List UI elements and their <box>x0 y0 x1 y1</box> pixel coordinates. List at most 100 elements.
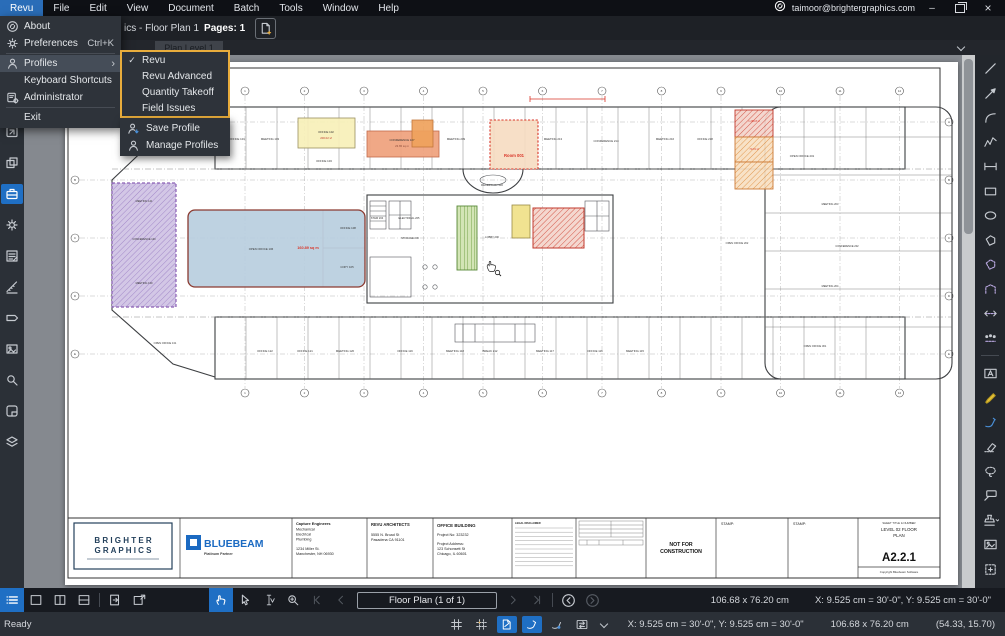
length-measure-icon[interactable] <box>979 158 1001 175</box>
menu-item-preferences[interactable]: Preferences Ctrl+K <box>0 35 121 52</box>
callout-tool-icon[interactable] <box>979 487 1001 504</box>
arc-tool-icon[interactable] <box>979 109 1001 126</box>
submenu-item-manage-profiles[interactable]: Manage Profiles <box>120 137 230 154</box>
toolbar-separator <box>981 355 999 356</box>
snapshot-tool-icon[interactable] <box>979 561 1001 578</box>
image-tool-icon[interactable] <box>979 536 1001 553</box>
count-measure-icon[interactable] <box>979 330 1001 347</box>
markup-recovery-icon[interactable] <box>522 616 542 633</box>
text-box-tool-icon[interactable] <box>979 365 1001 382</box>
menubar-item-tools[interactable]: Tools <box>269 0 312 16</box>
menubar-item-edit[interactable]: Edit <box>79 0 116 16</box>
svg-text:12: 12 <box>898 89 902 93</box>
menubar-item-view[interactable]: View <box>117 0 159 16</box>
page-navigator-value: Floor Plan (1 of 1) <box>389 595 465 606</box>
menu-item-keyboard-shortcuts[interactable]: Keyboard Shortcuts <box>0 72 121 89</box>
svg-text:LEVEL 02 FLOOR: LEVEL 02 FLOOR <box>881 527 917 532</box>
document-tab[interactable]: ics - Floor Plan 1 Pages: 1 <box>124 23 245 34</box>
person-icon <box>0 57 24 70</box>
thumbnails-menu-button[interactable] <box>0 588 24 612</box>
tool-chest-icon[interactable] <box>1 184 23 204</box>
diameter-measure-icon[interactable] <box>979 305 1001 322</box>
scrollbar-thumb[interactable] <box>964 59 973 234</box>
stamp-tool-icon[interactable] <box>979 512 1001 529</box>
new-document-button[interactable] <box>255 18 276 39</box>
zoom-tool-button[interactable] <box>281 588 305 612</box>
menubar-item-help[interactable]: Help <box>368 0 409 16</box>
collapse-panel-button[interactable] <box>950 42 972 54</box>
layers-icon[interactable] <box>1 432 23 452</box>
first-page-button[interactable] <box>305 588 329 612</box>
vertical-scrollbar[interactable] <box>962 55 975 588</box>
swap-document-icon[interactable] <box>572 616 592 633</box>
properties-gear-icon[interactable] <box>1 215 23 235</box>
menubar-item-window[interactable]: Window <box>313 0 369 16</box>
visor-icon[interactable] <box>1 308 23 328</box>
sheet-number: A2.2.1 <box>882 552 916 564</box>
menubar-item-batch[interactable]: Batch <box>224 0 270 16</box>
sync-views-icon[interactable] <box>103 588 127 612</box>
svg-text:NOT FOR: NOT FOR <box>669 542 693 548</box>
last-page-button[interactable] <box>525 588 549 612</box>
single-pane-icon[interactable] <box>24 588 48 612</box>
svg-text:MEETING 204: MEETING 204 <box>822 284 839 288</box>
next-view-button[interactable] <box>580 588 604 612</box>
menu-item-exit[interactable]: Exit <box>0 109 121 126</box>
spaces-icon[interactable] <box>1 401 23 421</box>
brand-line2: G R A P H I C S <box>94 546 152 555</box>
svg-text:SHEET TITLE & NUMBER: SHEET TITLE & NUMBER <box>882 521 915 525</box>
svg-text:Manchester, NH 06930: Manchester, NH 06930 <box>296 552 334 556</box>
submenu-item-quantity-takeoff[interactable]: Quantity Takeoff <box>122 84 228 100</box>
lasso-tool-icon[interactable] <box>979 463 1001 480</box>
sets-icon[interactable] <box>1 153 23 173</box>
polyline-tool-icon[interactable] <box>979 134 1001 151</box>
svg-text:RECEPTION 100: RECEPTION 100 <box>481 183 503 187</box>
markup-mode-icon[interactable] <box>497 616 517 633</box>
area-measure-icon[interactable] <box>979 256 1001 273</box>
menubar-item-file[interactable]: File <box>43 0 79 16</box>
pen-input-icon[interactable] <box>547 616 567 633</box>
ellipse-tool-icon[interactable] <box>979 207 1001 224</box>
submenu-item-revu[interactable]: ✓ Revu <box>122 52 228 68</box>
grid-toggle-icon[interactable] <box>447 616 467 633</box>
svg-text:E: E <box>74 352 76 356</box>
polygon-tool-icon[interactable] <box>979 232 1001 249</box>
split-horizontal-icon[interactable] <box>72 588 96 612</box>
chevron-down-icon[interactable] <box>599 620 607 628</box>
submenu-item-revu-advanced[interactable]: Revu Advanced <box>122 68 228 84</box>
document-dimensions: 106.68 x 76.20 cm <box>711 595 789 606</box>
detach-page-icon[interactable] <box>127 588 151 612</box>
menubar-item-revu[interactable]: Revu <box>0 0 43 16</box>
measurements-icon[interactable] <box>1 277 23 297</box>
select-text-button[interactable] <box>257 588 281 612</box>
search-icon[interactable] <box>1 370 23 390</box>
menu-item-about[interactable]: About <box>0 18 121 35</box>
menubar-item-document[interactable]: Document <box>158 0 224 16</box>
next-page-button[interactable] <box>501 588 525 612</box>
submenu-item-field-issues[interactable]: Field Issues <box>122 100 228 116</box>
restore-icon <box>955 4 965 13</box>
rectangle-tool-icon[interactable] <box>979 183 1001 200</box>
submenu-item-save-profile[interactable]: Save Profile <box>120 120 230 137</box>
menu-item-administrator[interactable]: Administrator <box>0 89 121 106</box>
menu-item-profiles[interactable]: Profiles › <box>0 55 121 72</box>
stamps-icon[interactable] <box>1 339 23 359</box>
eraser-tool-icon[interactable] <box>979 438 1001 455</box>
pan-tool-button[interactable] <box>209 588 233 612</box>
split-vertical-icon[interactable] <box>48 588 72 612</box>
previous-view-button[interactable] <box>556 588 580 612</box>
perimeter-measure-icon[interactable] <box>979 281 1001 298</box>
highlighter-tool-icon[interactable] <box>979 389 1001 406</box>
snap-toggle-icon[interactable] <box>472 616 492 633</box>
arrow-tool-icon[interactable] <box>979 85 1001 102</box>
page-navigator-dropdown[interactable]: Floor Plan (1 of 1) <box>357 592 497 609</box>
minimize-button[interactable]: – <box>921 0 943 16</box>
close-button[interactable]: × <box>977 0 999 16</box>
pen-tool-icon[interactable] <box>979 414 1001 431</box>
account-email[interactable]: taimoor@brightergraphics.com <box>792 3 915 13</box>
select-tool-button[interactable] <box>233 588 257 612</box>
line-tool-icon[interactable] <box>979 60 1001 77</box>
restore-button[interactable] <box>949 0 971 16</box>
markups-list-icon[interactable] <box>1 246 23 266</box>
previous-page-button[interactable] <box>329 588 353 612</box>
